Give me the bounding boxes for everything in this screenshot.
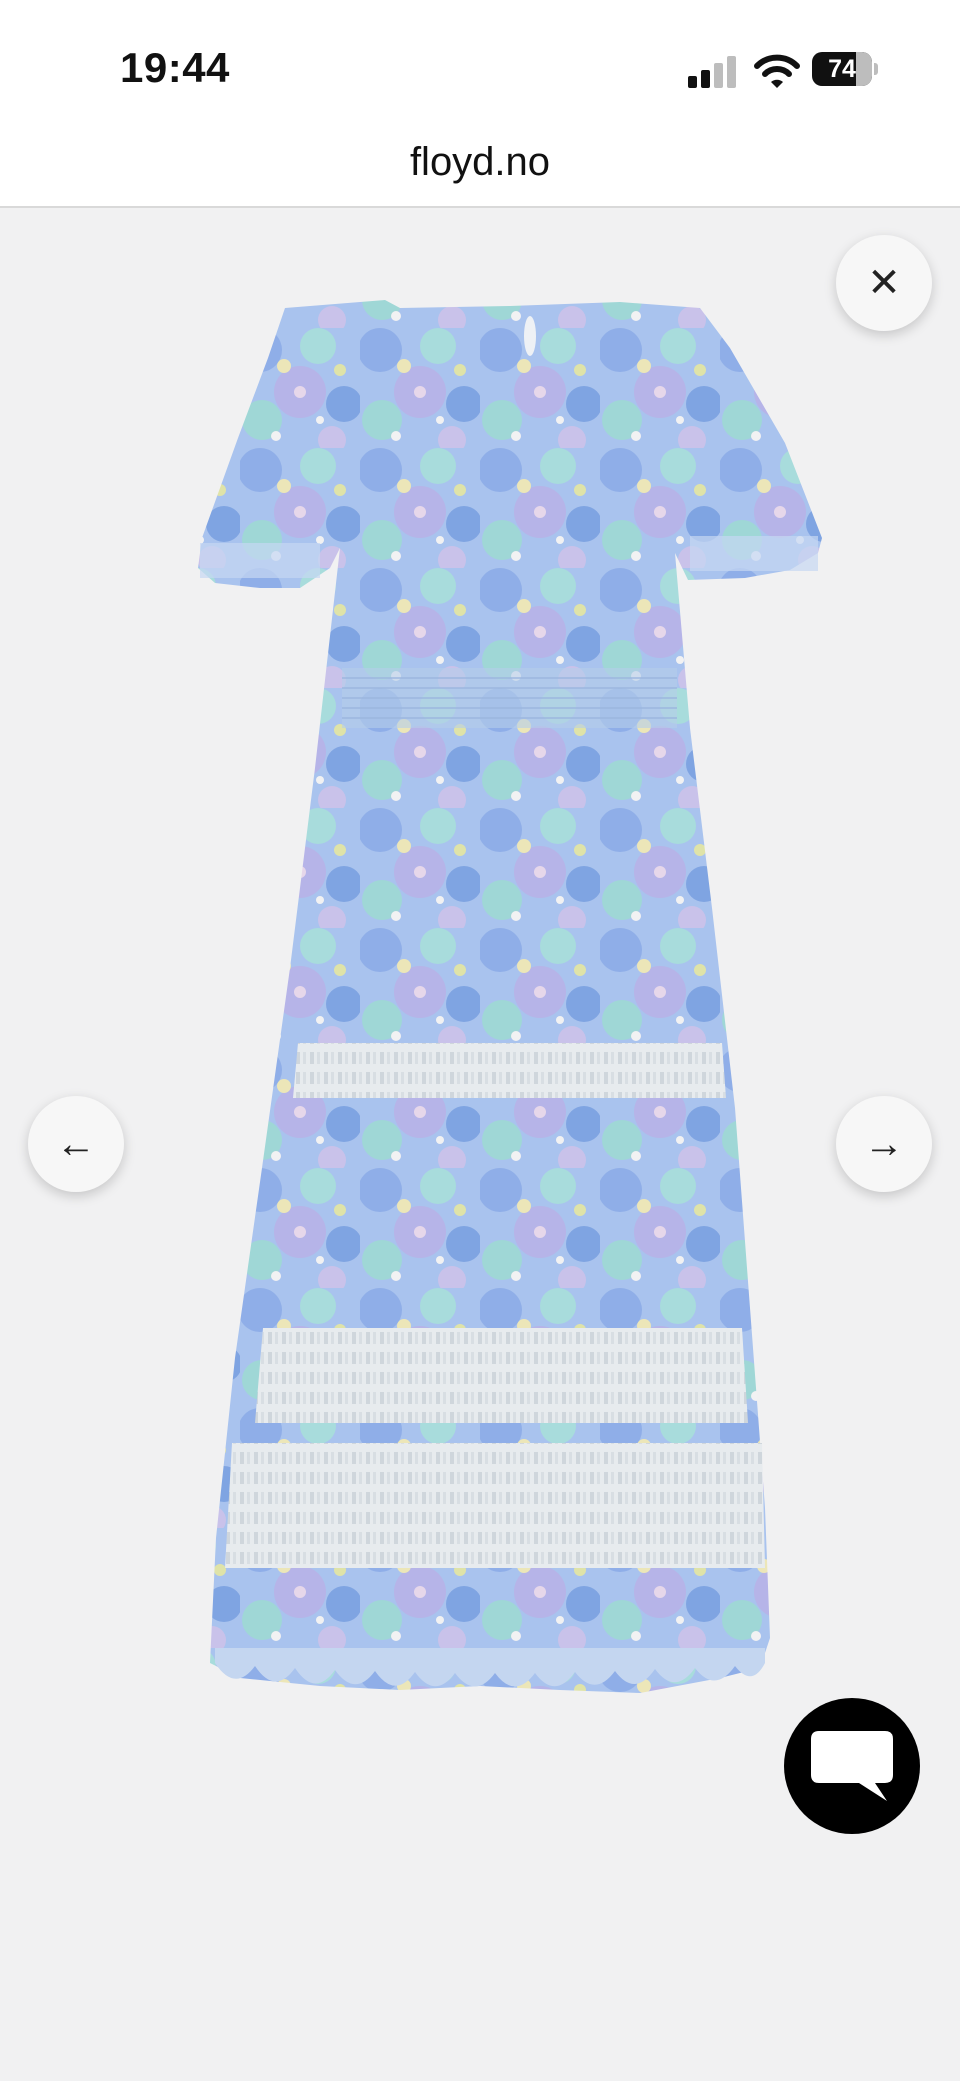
close-icon: ✕	[867, 261, 901, 305]
battery-level: 74	[828, 55, 856, 83]
lace-band-2	[255, 1328, 748, 1423]
arrow-right-icon: →	[864, 1121, 904, 1166]
arrow-left-icon: ←	[56, 1121, 96, 1166]
address-bar[interactable]: floyd.no	[0, 130, 960, 208]
signal-icon	[688, 56, 736, 88]
lace-band-3	[225, 1443, 765, 1568]
url-text[interactable]: floyd.no	[0, 140, 960, 185]
close-button[interactable]: ✕	[836, 235, 932, 331]
chat-bubble-icon	[811, 1731, 893, 1801]
chat-button[interactable]	[784, 1698, 920, 1834]
battery-icon: 74	[812, 52, 878, 86]
status-time: 19:44	[120, 44, 230, 91]
status-bar: 19:44 74	[0, 0, 960, 130]
previous-image-button[interactable]: ←	[28, 1096, 124, 1192]
wifi-icon	[754, 54, 800, 88]
lace-band-1	[293, 1043, 726, 1098]
next-image-button[interactable]: →	[836, 1096, 932, 1192]
